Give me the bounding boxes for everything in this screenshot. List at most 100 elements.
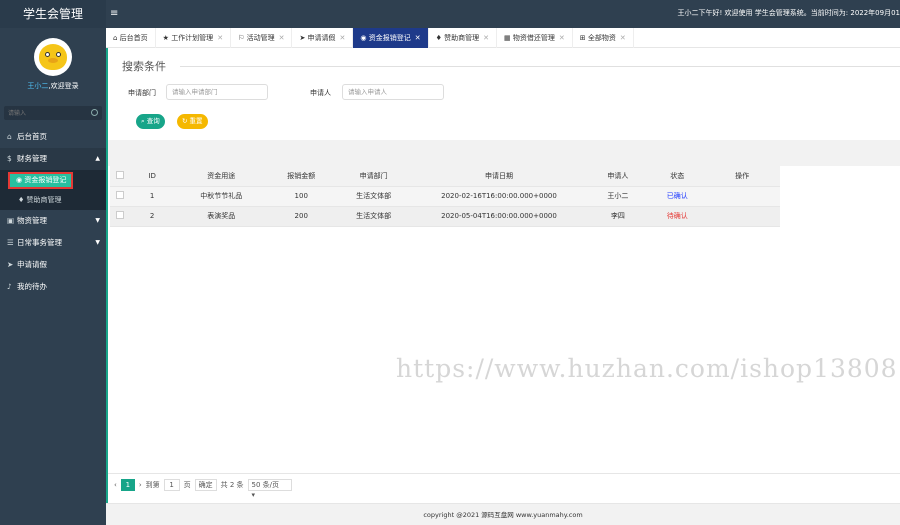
main-content: 搜索条件 申请部门 请输入申请部门 申请人 请输入申请人 ⌕ 查询 ↻ 重置 I… [106,48,900,503]
sidebar-item-label: 后台首页 [17,132,47,141]
calendar-icon: ▦ [504,34,513,42]
col-header[interactable]: 操作 [704,166,780,187]
cell-id: 2 [129,206,175,227]
cell-applicant: 王小二 [585,186,651,207]
close-icon[interactable]: ✕ [279,34,285,42]
sidebar-subitem-label: 赞助商管理 [26,196,62,204]
avatar[interactable] [34,38,72,76]
query-button[interactable]: ⌕ 查询 [136,114,165,129]
sidebar-item-home[interactable]: ⌂ 后台首页 [0,126,106,148]
applicant-label: 申请人 [310,89,331,97]
tab-bar: ⌂ 后台首页 ★ 工作计划管理 ✕ ⚐ 活动管理 ✕ ➤ 申请请假 ✕ ◉ 资金报销登… [106,28,900,48]
tab-label: 活动管理 [246,34,275,42]
close-icon[interactable]: ✕ [217,34,223,42]
sidebar-item-label: 申请请假 [17,260,47,269]
refresh-icon: ↻ [182,117,190,125]
chevron-up-icon: ▲ [95,155,100,162]
row-checkbox[interactable] [115,191,124,199]
sidebar-subitem-sponsor[interactable]: ♦ 赞助商管理 [0,190,106,210]
sidebar-search[interactable] [4,106,102,120]
applicant-input[interactable]: 请输入申请人 [342,84,444,100]
user-name[interactable]: 王小二 [27,82,48,90]
sidebar-item-finance[interactable]: $ 财务管理 ▲ [0,148,106,170]
status-badge: 已确认 [650,186,705,207]
sidebar-item-materials[interactable]: ▣ 物资管理 ▼ [0,210,106,232]
sidebar-subitem-reimbursement[interactable]: ◉ 资金报销登记 [0,170,106,190]
reset-button[interactable]: ↻ 重置 [177,114,208,129]
sidebar-item-daily[interactable]: ☰ 日常事务管理 ▼ [0,232,106,254]
cell-dept: 生活文体部 [334,186,413,207]
app-title: 学生会管理 [0,0,106,28]
dept-input[interactable]: 请输入申请部门 [166,84,268,100]
tab-work-plan[interactable]: ★ 工作计划管理 ✕ [156,28,232,48]
home-icon: ⌂ [113,34,120,42]
flag-icon: ⚐ [238,34,247,42]
grid-icon: ⊞ [579,34,588,42]
tab-label: 资金报销登记 [368,34,411,42]
tab-label: 赞助商管理 [444,34,480,42]
tab-label: 物资借还管理 [512,34,555,42]
chevron-down-icon: ▼ [95,239,100,246]
goto-confirm-button[interactable]: 确定 [194,478,217,491]
avatar-eye-left [45,52,50,57]
search-icon[interactable] [91,109,98,116]
avatar-beak [48,58,58,63]
next-page-button[interactable]: › [139,481,142,489]
cell-id: 1 [129,186,175,207]
tab-material-borrow[interactable]: ▦ 物资借还管理 ✕ [497,28,573,48]
diamond-icon: ♦ [18,196,27,204]
col-header[interactable]: 报销金额 [267,166,335,187]
table-row[interactable]: 1 中秋节节礼品 100 生活文体部 2020-02-16T16:00:00.0… [110,186,780,207]
close-icon[interactable]: ✕ [340,34,346,42]
sidebar-item-label: 日常事务管理 [17,238,62,247]
col-header[interactable]: 状态 [650,166,705,187]
toolbar-band [106,140,900,166]
current-page[interactable]: 1 [120,478,135,491]
welcome-text: 王小二,欢迎登录 [0,81,106,91]
tab-leave[interactable]: ➤ 申请请假 ✕ [292,28,354,48]
tab-label: 全部物资 [587,34,616,42]
tab-sponsor[interactable]: ♦ 赞助商管理 ✕ [429,28,498,48]
close-icon[interactable]: ✕ [415,34,421,42]
table-row[interactable]: 2 表演奖品 200 生活文体部 2020-05-04T16:00:00.000… [110,206,780,227]
row-checkbox-cell [110,186,130,207]
tab-activity[interactable]: ⚐ 活动管理 ✕ [231,28,293,48]
top-bar: ≡ 王小二下午好! 欢迎使用 学生会管理系统。当前时间为: 2022年09月01 [106,0,900,28]
sidebar-item-leave[interactable]: ➤ 申请请假 [0,254,106,276]
home-icon: ⌂ [7,132,12,141]
tab-label: 工作计划管理 [171,34,214,42]
tab-home[interactable]: ⌂ 后台首页 [106,28,156,48]
total-count: 共 2 条 [220,480,244,489]
col-header[interactable]: ID [129,166,175,187]
row-checkbox[interactable] [115,211,124,219]
sidebar-search-input[interactable] [4,106,102,120]
page-size-value: 50 条/页 [251,480,280,489]
close-icon[interactable]: ✕ [559,34,565,42]
cell-date: 2020-02-16T16:00:00.000+0000 [412,186,586,207]
sidebar-item-label: 物资管理 [17,216,47,225]
col-header[interactable]: 申请人 [585,166,651,187]
prev-page-button[interactable]: ‹ [114,481,117,489]
sidebar-item-label: 我的待办 [17,282,47,291]
col-header[interactable]: 资金用途 [174,166,268,187]
goto-page-input[interactable]: 1 [163,478,180,491]
table-header-row: ID 资金用途 报销金额 申请部门 申请日期 申请人 状态 操作 [110,166,780,187]
cell-dept: 生活文体部 [334,206,413,227]
col-header[interactable]: 申请日期 [412,166,586,187]
col-header[interactable]: 申请部门 [334,166,413,187]
sidebar-item-todo[interactable]: ♪ 我的待办 [0,276,106,298]
sidebar-item-label: 财务管理 [17,154,47,163]
cell-actions [704,206,780,227]
tab-all-materials[interactable]: ⊞ 全部物资 ✕ [573,28,634,48]
select-all-checkbox[interactable] [115,170,124,179]
close-icon[interactable]: ✕ [483,34,489,42]
page-size-select[interactable]: 50 条/页 ▾ [247,478,292,499]
duck-avatar-icon [39,44,67,70]
tab-reimbursement[interactable]: ◉ 资金报销登记 ✕ [353,28,429,48]
chevron-down-icon: ▾ [251,490,256,499]
chevron-down-icon: ▼ [95,217,100,224]
menu-icon[interactable]: ≡ [110,8,118,19]
send-icon: ➤ [299,34,308,42]
divider [180,66,900,67]
close-icon[interactable]: ✕ [620,34,626,42]
